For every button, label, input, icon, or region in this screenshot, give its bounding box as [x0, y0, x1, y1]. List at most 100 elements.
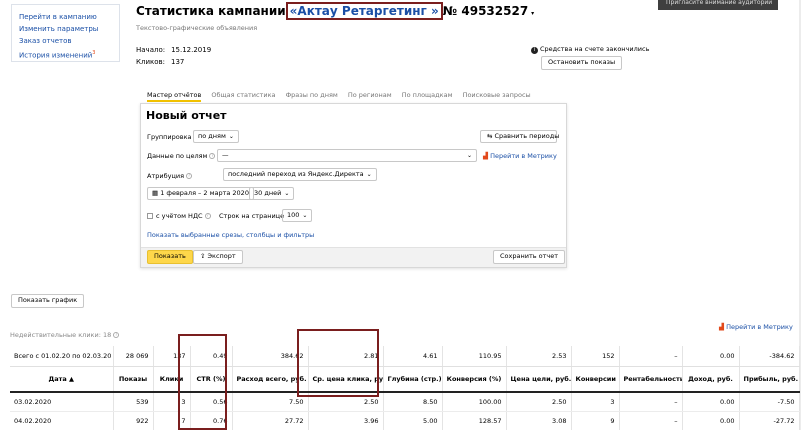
history-badge: 3: [92, 50, 96, 56]
total-goal-cost: 2.53: [506, 346, 572, 367]
calendar-icon: ▦: [152, 189, 161, 197]
tab-report-wizard[interactable]: Мастер отчётов: [147, 91, 202, 102]
cell: 3.96: [308, 411, 384, 430]
compare-icon: ⇆: [487, 132, 495, 140]
help-icon[interactable]: ?: [113, 332, 120, 338]
grouping-label: Группировка: [147, 133, 192, 141]
cell: 3: [571, 392, 620, 412]
col-revenue[interactable]: Доход, руб.: [682, 366, 740, 393]
nav-order-reports[interactable]: Заказ отчетов: [19, 35, 112, 47]
cell: –: [619, 392, 683, 412]
nav-go-to-campaign[interactable]: Перейти в кампанию: [19, 11, 112, 23]
stats-table: Всего с 01.02.20 по 02.03.20 28 069 137 …: [10, 346, 800, 430]
help-icon[interactable]: ?: [186, 173, 192, 179]
ctr-highlight-box: [178, 334, 227, 430]
col-conversion-rate[interactable]: Конверсия (%): [442, 366, 507, 393]
col-goal-cost[interactable]: Цена цели, руб.: [506, 366, 572, 393]
table-row: 04.02.2020 922 7 0.76 27.72 3.96 5.00 12…: [10, 411, 800, 430]
attribution-label: Атрибуция?: [147, 172, 192, 180]
help-icon[interactable]: ?: [204, 213, 211, 219]
cell: 04.02.2020: [10, 411, 114, 430]
cpc-highlight-box: [297, 329, 379, 397]
table-row: 03.02.2020 539 3 0.56 7.50 2.50 8.50 100…: [10, 392, 800, 412]
cell: 0.00: [682, 411, 740, 430]
total-conversion-rate: 110.95: [442, 346, 507, 367]
tab-search-queries[interactable]: Поисковые запросы: [463, 91, 531, 99]
campaign-type: Текстово-графические объявления: [136, 24, 258, 32]
vat-checkbox[interactable]: с учётом НДС?: [147, 212, 211, 220]
tab-phrases-by-day[interactable]: Фразы по дням: [286, 91, 338, 99]
campaign-name[interactable]: «Актау Ретаргетинг »: [285, 2, 443, 20]
goals-select[interactable]: — ⌄: [217, 149, 477, 162]
chevron-down-icon: ⌄: [228, 133, 234, 140]
report-tabs: Мастер отчётов Общая статистика Фразы по…: [147, 91, 539, 103]
page-title: Статистика кампании «Актау Ретаргетинг » №…: [136, 2, 535, 20]
nav-edit-params[interactable]: Изменить параметры: [19, 23, 112, 35]
campaign-nav: Перейти в кампанию Изменить параметры За…: [11, 4, 120, 62]
period-select[interactable]: 30 дней ⌄: [249, 187, 295, 200]
col-date[interactable]: Дата ▲: [10, 366, 114, 393]
stop-ads-button[interactable]: Остановить показы: [541, 56, 623, 70]
attribution-select[interactable]: последний переход из Яндекс.Директа ⌄: [223, 168, 377, 181]
export-icon: ⇪: [200, 252, 208, 260]
metrika-link[interactable]: ▟ Перейти в Метрику: [483, 152, 557, 160]
col-profitability[interactable]: Рентабельность: [619, 366, 683, 393]
rows-per-page-label: Строк на странице: [219, 212, 285, 220]
total-profit: -384.62: [739, 346, 800, 367]
show-filters-link[interactable]: Показать выбранные срезы, столбцы и филь…: [147, 231, 314, 239]
cell: 128.57: [442, 411, 507, 430]
chevron-down-icon: ⌄: [284, 190, 290, 197]
show-chart-button[interactable]: Показать график: [11, 294, 85, 308]
cell: 922: [113, 411, 154, 430]
cell: 9: [571, 411, 620, 430]
cell: 5.00: [383, 411, 443, 430]
chevron-down-icon: ⌄: [302, 212, 308, 219]
col-depth[interactable]: Глубина (стр.): [383, 366, 443, 393]
cell: 2.50: [506, 392, 572, 412]
checkbox[interactable]: [147, 213, 153, 219]
total-row: Всего с 01.02.20 по 02.03.20 28 069 137 …: [10, 346, 800, 367]
col-conversions[interactable]: Конверсии: [571, 366, 620, 393]
tab-general-stats[interactable]: Общая статистика: [211, 91, 275, 99]
tab-by-platform[interactable]: По площадкам: [402, 91, 453, 99]
funds-notice: i Средства на счете закончились: [531, 45, 649, 54]
cell: -27.72: [739, 411, 800, 430]
rows-per-page-select[interactable]: 100 ⌄: [282, 209, 313, 222]
col-profit[interactable]: Прибыль, руб.: [739, 366, 800, 393]
metrika-link-2[interactable]: ▟ Перейти в Метрику: [719, 323, 793, 331]
chevron-down-icon[interactable]: ▾: [531, 10, 534, 17]
cell: 3.08: [506, 411, 572, 430]
cell: 8.50: [383, 392, 443, 412]
total-revenue: 0.00: [682, 346, 740, 367]
export-button[interactable]: ⇪ Экспорт: [193, 250, 243, 264]
grouping-select[interactable]: по дням ⌄: [193, 130, 239, 143]
chevron-down-icon: ⌄: [466, 152, 472, 159]
nav-change-history[interactable]: История изменений3: [19, 47, 112, 61]
notification-toast[interactable]: Пригласите внимание аудитории: [658, 0, 778, 10]
cell: 0.00: [682, 392, 740, 412]
cell: 03.02.2020: [10, 392, 114, 412]
show-button[interactable]: Показать: [147, 250, 193, 264]
start-date: Начало: 15.12.2019: [136, 46, 212, 54]
help-icon[interactable]: ?: [209, 153, 216, 159]
total-impressions: 28 069: [113, 346, 154, 367]
cell: –: [619, 411, 683, 430]
chevron-down-icon: ⌄: [366, 171, 372, 178]
info-icon: i: [531, 47, 538, 54]
report-title: Новый отчет: [146, 109, 227, 122]
table-header: Дата ▲ Показы Клики CTR (%) Расход всего…: [10, 366, 800, 393]
total-profitability: –: [619, 346, 683, 367]
cell: 27.72: [232, 411, 309, 430]
tab-by-region[interactable]: По регионам: [348, 91, 392, 99]
col-impressions[interactable]: Показы: [113, 366, 154, 393]
cell: 100.00: [442, 392, 507, 412]
compare-periods-button[interactable]: ⇆ Сравнить периоды: [480, 130, 559, 143]
cell: -7.50: [739, 392, 800, 412]
date-range-picker[interactable]: ▦ 1 февраля – 2 марта 2020: [147, 187, 254, 200]
invalid-clicks: Недействительные клики: 18?: [10, 331, 120, 339]
report-panel: [140, 103, 567, 268]
goals-label: Данные по целям?: [147, 152, 216, 160]
total-depth: 4.61: [383, 346, 443, 367]
cell: 539: [113, 392, 154, 412]
save-report-button[interactable]: Сохранить отчет: [493, 250, 566, 264]
